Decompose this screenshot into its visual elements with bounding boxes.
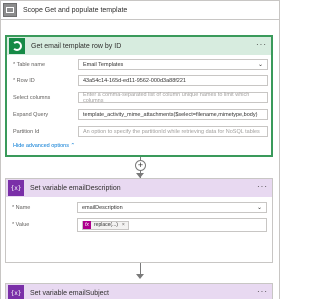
variable-value-input[interactable]: fx replace(...) ×	[77, 218, 267, 232]
expression-token-label: replace(...)	[94, 222, 118, 228]
set-var1-title: Set variable emailDescription	[30, 184, 121, 192]
chevron-down-icon: ⌄	[256, 205, 262, 211]
scope-header[interactable]: Scope Get and populate template	[0, 0, 280, 20]
dataverse-icon	[9, 38, 25, 54]
field-label: Expand Query	[13, 111, 49, 118]
set-variable-email-subject-card[interactable]: {x} Set variable emailSubject ···	[5, 283, 273, 299]
more-options-icon[interactable]: ···	[257, 182, 268, 192]
variable-name-value: emailDescription	[82, 204, 123, 211]
field-row-partition-id: Partition Id An option to specify the pa…	[13, 126, 268, 137]
get-row-header[interactable]: Get email template row by ID ···	[7, 37, 271, 55]
chevron-down-icon: ⌄	[257, 62, 263, 68]
arrow-down-icon	[136, 274, 144, 279]
variable-icon: {x}	[8, 180, 24, 196]
set-var1-header[interactable]: {x} Set variable emailDescription ···	[6, 179, 272, 197]
get-row-title: Get email template row by ID	[31, 42, 122, 50]
scope-title: Scope Get and populate template	[23, 6, 128, 14]
more-options-icon[interactable]: ···	[257, 287, 268, 297]
field-label: Partition Id	[13, 128, 40, 135]
field-label: Select columns	[13, 94, 51, 101]
table-name-select[interactable]: Email Templates ⌄	[78, 59, 268, 70]
more-options-icon[interactable]: ···	[256, 40, 267, 50]
row-id-input[interactable]: 43a54c14-165d-ed11-9562-000d3a88f221	[78, 75, 268, 86]
set-variable-email-description-card[interactable]: {x} Set variable emailDescription ··· * …	[5, 178, 273, 263]
field-row-value: * Value fx replace(...) ×	[12, 218, 267, 232]
get-row-action-card[interactable]: Get email template row by ID ··· * Table…	[5, 35, 273, 157]
set-var2-header[interactable]: {x} Set variable emailSubject ···	[6, 284, 272, 299]
variable-icon: {x}	[8, 285, 24, 299]
field-row-table-name: * Table name Email Templates ⌄	[13, 59, 268, 70]
field-label: * Table name	[13, 61, 46, 68]
select-columns-input[interactable]: Enter a comma-separated list of column u…	[78, 92, 268, 104]
expression-icon: fx	[83, 221, 91, 229]
field-label: * Name	[12, 204, 31, 211]
field-row-expand-query: Expand Query template_activity_mime_atta…	[13, 109, 268, 120]
field-row-select-columns: Select columns Enter a comma-separated l…	[13, 92, 268, 104]
close-icon[interactable]: ×	[122, 222, 125, 228]
set-var2-title: Set variable emailSubject	[30, 289, 109, 297]
partition-id-input[interactable]: An option to specify the partitionId whi…	[78, 126, 268, 137]
field-label: * Row ID	[13, 77, 35, 84]
field-row-name: * Name emailDescription ⌄	[12, 202, 267, 213]
expression-token[interactable]: fx replace(...) ×	[82, 220, 129, 230]
add-step-button[interactable]: +	[135, 160, 146, 171]
scope-icon	[3, 3, 17, 17]
field-row-row-id: * Row ID 43a54c14-165d-ed11-9562-000d3a8…	[13, 75, 268, 86]
variable-name-select[interactable]: emailDescription ⌄	[77, 202, 267, 213]
field-label: * Value	[12, 222, 30, 228]
table-name-value: Email Templates	[83, 61, 124, 68]
expand-query-input[interactable]: template_activity_mime_attachments($sele…	[78, 109, 268, 120]
hide-advanced-options-link[interactable]: Hide advanced options ⌃	[13, 143, 75, 149]
